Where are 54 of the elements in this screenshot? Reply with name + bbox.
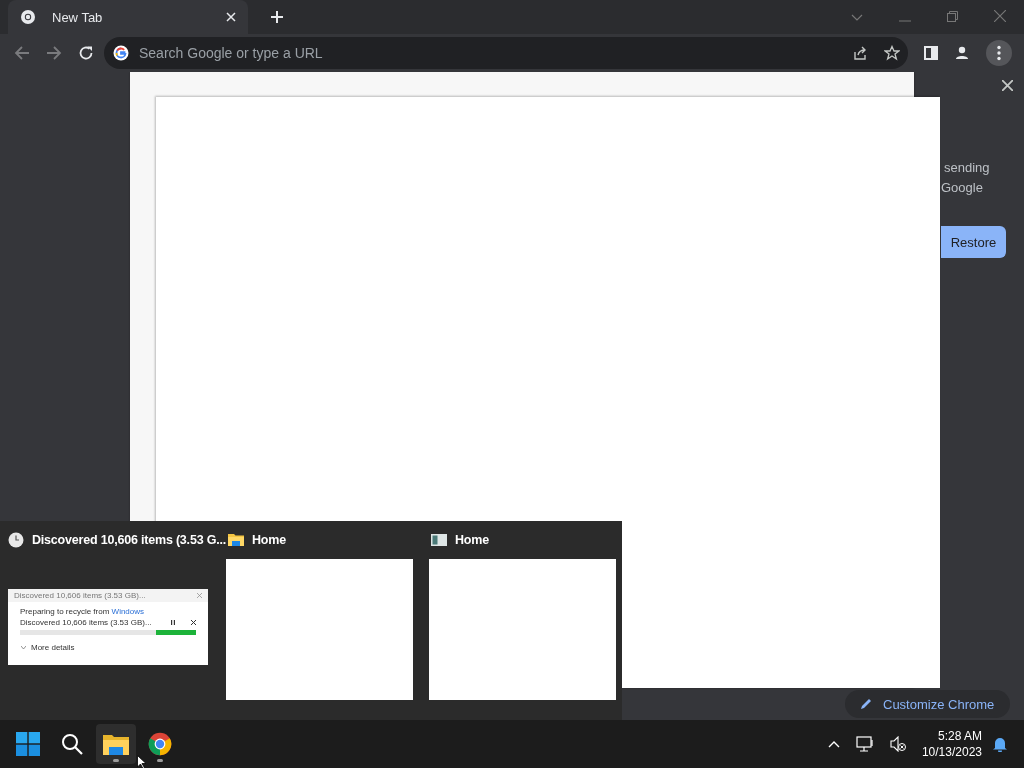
side-panel-icon[interactable] <box>924 46 938 60</box>
forward-icon[interactable] <box>46 45 62 61</box>
network-icon[interactable] <box>855 736 874 752</box>
reload-icon[interactable] <box>78 45 94 61</box>
preview-title: Home <box>252 533 286 547</box>
preview-title: Discovered 10,606 items (3.53 G... <box>32 533 226 547</box>
menu-icon[interactable] <box>986 40 1012 66</box>
close-icon <box>197 593 202 598</box>
close-icon[interactable] <box>1002 80 1013 91</box>
more-details-link[interactable]: More details <box>31 643 75 652</box>
folder-icon[interactable] <box>103 733 129 755</box>
clock-icon <box>8 532 24 548</box>
restore-icon[interactable] <box>947 11 958 22</box>
chrome-icon[interactable] <box>148 732 172 756</box>
clock[interactable]: 5:28 AM 10/13/2023 <box>921 728 982 760</box>
search-icon[interactable] <box>61 733 83 755</box>
dialog-title: Discovered 10,606 items (3.53 GB)... <box>14 591 146 600</box>
address-bar[interactable]: Search Google or type a URL <box>104 37 908 69</box>
speaker-muted-icon[interactable] <box>889 736 906 752</box>
dialog-thumbnail[interactable]: Discovered 10,606 items (3.53 GB)... Preparing to recycle from Windows Discovered 10,606 items (3.53 GB)... More details <box>8 589 208 665</box>
chevron-down-icon[interactable] <box>851 14 863 22</box>
window-thumbnail[interactable] <box>226 559 413 700</box>
share-icon[interactable] <box>852 45 868 61</box>
google-icon <box>113 45 129 61</box>
pencil-icon <box>859 697 873 711</box>
dialog-status: Discovered 10,606 items (3.53 GB)... <box>20 618 153 627</box>
chevron-up-icon[interactable] <box>827 740 840 748</box>
running-indicator <box>157 759 163 762</box>
chevron-down-icon <box>21 646 26 649</box>
source-link[interactable]: Windows <box>111 607 145 616</box>
start-icon[interactable] <box>16 732 40 756</box>
mouse-pointer-icon <box>137 755 147 768</box>
pause-icon <box>171 620 175 625</box>
browser-tab[interactable]: New Tab <box>8 0 248 34</box>
profile-icon[interactable] <box>954 45 970 61</box>
customize-chrome-button[interactable]: Customize Chrome <box>845 690 1011 718</box>
back-icon[interactable] <box>14 45 30 61</box>
chrome-icon <box>20 9 36 25</box>
panel-text: Google <box>941 179 984 197</box>
folder-icon <box>228 532 244 548</box>
tab-title: New Tab <box>52 9 104 25</box>
panel-text: sending <box>944 159 990 177</box>
clock-time: 5:28 AM <box>936 728 982 744</box>
clock-date: 10/13/2023 <box>921 744 982 760</box>
new-tab-icon[interactable] <box>270 10 284 24</box>
running-indicator <box>113 759 119 762</box>
preview-title: Home <box>455 533 489 547</box>
star-icon[interactable] <box>884 45 900 61</box>
restore-button[interactable]: Restore <box>941 226 1006 258</box>
close-icon <box>191 620 196 625</box>
window-thumbnail[interactable] <box>429 559 616 700</box>
dialog-text: Preparing to recycle from Windows <box>20 607 146 616</box>
bell-icon[interactable] <box>992 736 1008 752</box>
window-icon <box>431 532 447 548</box>
